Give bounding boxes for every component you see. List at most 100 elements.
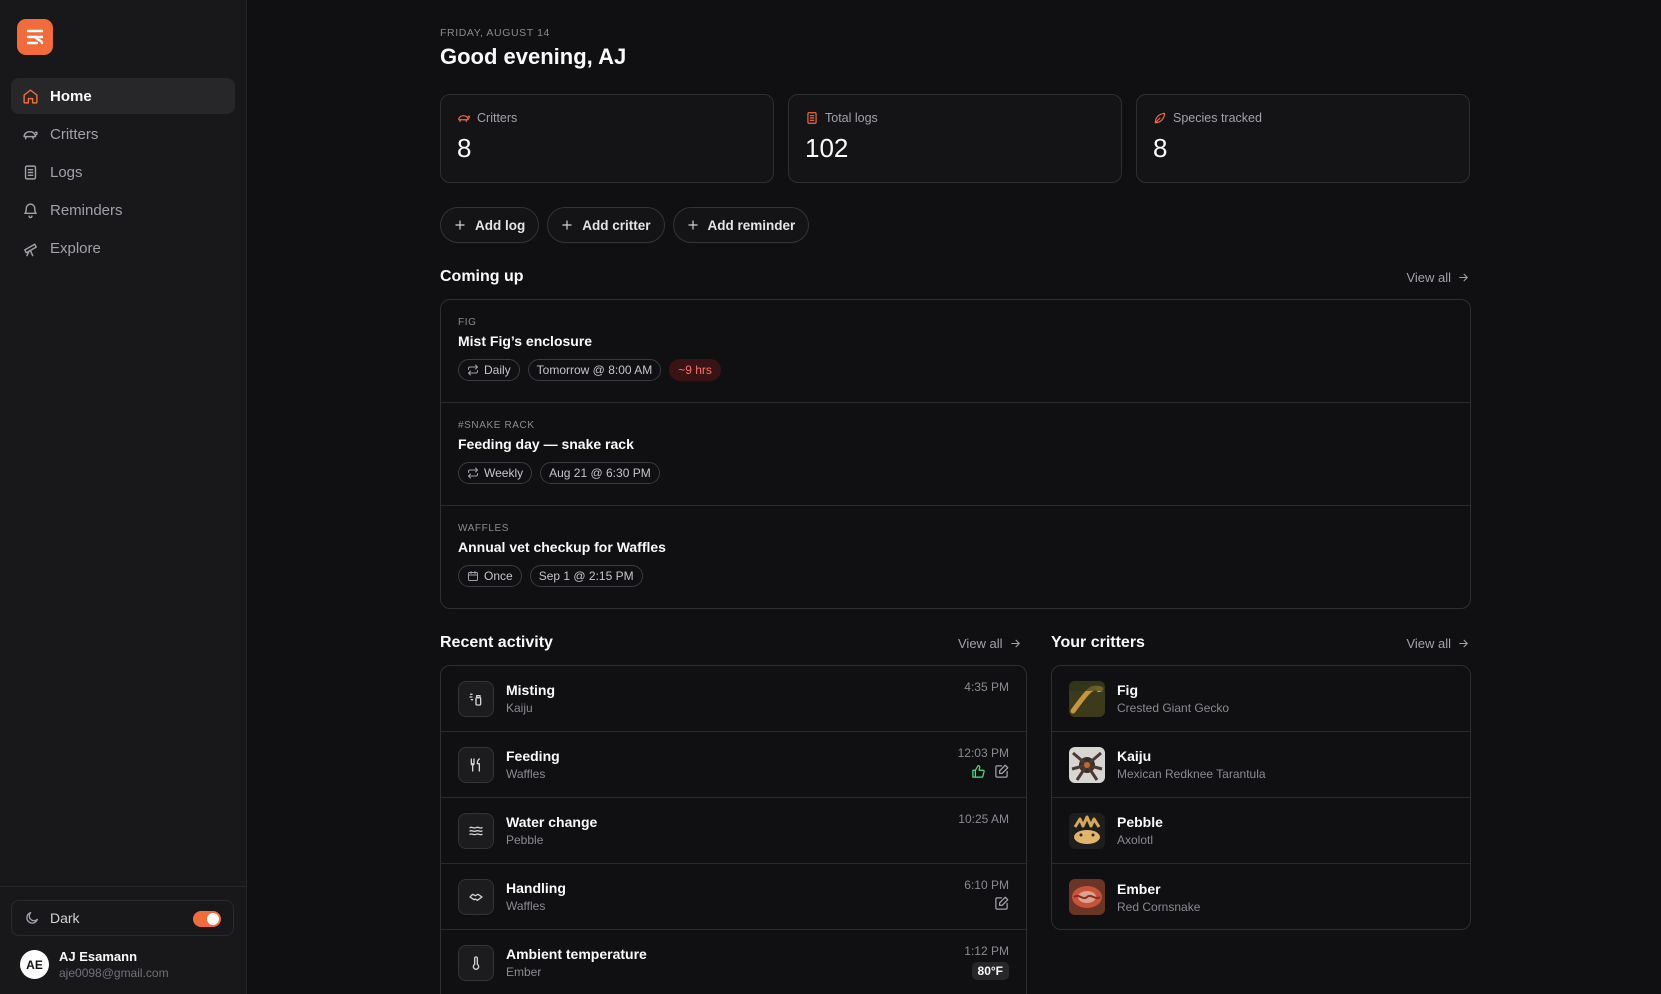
theme-toggle[interactable]: Dark [11, 900, 234, 936]
sidebar-item-logs[interactable]: Logs [11, 154, 235, 190]
critter-species: Mexican Redknee Tarantula [1117, 767, 1266, 781]
activity-item[interactable]: Misting Kaiju 4:35 PM [441, 666, 1026, 732]
moon-icon [26, 912, 38, 924]
reminder-item[interactable]: #SNAKE RACK Feeding day — snake rack Wee… [441, 403, 1470, 506]
stat-card-species-tracked: Species tracked 8 [1136, 94, 1470, 183]
page-title: Good evening, AJ [440, 44, 627, 69]
activity-title: Feeding [506, 748, 560, 764]
chip-label: Daily [484, 363, 511, 377]
schedule-chip: Aug 21 @ 6:30 PM [540, 462, 660, 484]
recent-activity-view-all-link[interactable]: View all [958, 636, 1022, 651]
arrow-right-icon [1459, 639, 1468, 648]
recurrence-chip: Weekly [458, 462, 533, 484]
activity-title: Ambient temperature [506, 946, 647, 962]
turtle-icon [22, 130, 38, 139]
recent-activity-title: Recent activity [440, 634, 553, 651]
plus-icon [455, 220, 465, 230]
sidebar-item-label: Logs [50, 163, 83, 181]
activity-critter: Ember [506, 965, 542, 979]
critter-name: Fig [1117, 682, 1138, 698]
repeat-icon [468, 364, 478, 376]
chip-label: Weekly [484, 466, 524, 480]
theme-switch[interactable] [193, 911, 221, 927]
link-label: View all [1406, 270, 1451, 285]
button-label: Add log [475, 217, 526, 233]
add-reminder-button[interactable]: Add reminder [672, 207, 810, 243]
critter-name: Pebble [1117, 814, 1163, 830]
add-log-button[interactable]: Add log [440, 207, 540, 243]
activity-item[interactable]: Ambient temperature Ember 1:12 PM 80°F [441, 930, 1026, 994]
critter-item[interactable]: Kaiju Mexican Redknee Tarantula [1052, 732, 1470, 798]
recurrence-chip: Daily [458, 359, 520, 381]
sidebar-nav: Home Critters Logs Reminders Explore [11, 78, 235, 268]
reminder-title: Mist Fig’s enclosure [458, 333, 593, 349]
sidebar-item-label: Critters [50, 125, 99, 143]
coming-up-title: Coming up [440, 268, 524, 285]
sidebar-item-label: Reminders [50, 201, 123, 219]
critter-name: Kaiju [1117, 748, 1152, 764]
activity-item[interactable]: Feeding Waffles 12:03 PM [441, 732, 1026, 798]
your-critters-title: Your critters [1051, 634, 1145, 651]
critter-photo [1069, 746, 1105, 783]
activity-time: 10:25 AM [958, 812, 1009, 826]
reminder-tag: #SNAKE RACK [458, 420, 535, 431]
sidebar-item-home[interactable]: Home [11, 78, 235, 114]
activity-title: Misting [506, 682, 555, 698]
critter-item[interactable]: Pebble Axolotl [1052, 798, 1470, 864]
thermometer-icon [472, 955, 480, 970]
note-edit-icon[interactable] [994, 896, 1009, 911]
sidebar-item-critters[interactable]: Critters [11, 116, 235, 152]
user-profile[interactable]: AE AJ Esamann aje0098@gmail.com [20, 949, 169, 980]
current-date: FRIDAY, AUGUST 14 [440, 27, 550, 39]
utensils-icon [470, 757, 480, 772]
telescope-icon [23, 243, 37, 256]
handshake-icon [469, 893, 483, 901]
activity-critter: Waffles [506, 899, 546, 913]
app-logo[interactable] [17, 19, 53, 55]
stat-label: Total logs [825, 111, 878, 125]
activity-item[interactable]: Water change Pebble 10:25 AM [441, 798, 1026, 864]
activity-time: 4:35 PM [964, 680, 1009, 694]
plus-icon [562, 220, 572, 230]
logs-icon [807, 112, 817, 124]
critter-item[interactable]: Fig Crested Giant Gecko [1052, 666, 1470, 732]
activity-item[interactable]: Handling Waffles 6:10 PM [441, 864, 1026, 930]
quick-actions: Add log Add critter Add reminder [440, 207, 817, 243]
critter-species: Axolotl [1117, 833, 1154, 847]
recent-activity-list: Misting Kaiju 4:35 PM Feeding Waffles 12… [440, 665, 1027, 994]
note-edit-icon[interactable] [994, 764, 1009, 779]
activity-time: 1:12 PM [964, 944, 1009, 958]
coming-up-view-all-link[interactable]: View all [1406, 270, 1470, 285]
stat-value: 102 [805, 133, 849, 163]
repeat-icon [468, 467, 478, 479]
critter-name: Ember [1117, 880, 1161, 897]
critter-item[interactable]: Ember Red Cornsnake [1052, 864, 1470, 929]
chip-label: Once [484, 569, 513, 583]
critter-photo [1069, 812, 1105, 849]
critter-photo [1069, 680, 1105, 717]
home-icon [22, 88, 38, 104]
reminder-item[interactable]: WAFFLES Annual vet checkup for Waffles O… [441, 506, 1470, 608]
link-label: View all [958, 636, 1003, 651]
add-critter-button[interactable]: Add critter [547, 207, 665, 243]
recurrence-chip: Once [458, 565, 522, 587]
thumbs-up-icon[interactable] [971, 764, 986, 779]
stat-card-critters: Critters 8 [440, 94, 774, 183]
stat-value: 8 [1153, 133, 1168, 163]
bell-icon [23, 202, 37, 218]
sidebar-item-explore[interactable]: Explore [11, 230, 235, 266]
reminder-title: Feeding day — snake rack [458, 436, 634, 452]
reminder-item[interactable]: FIG Mist Fig’s enclosure Daily Tomorrow … [441, 300, 1470, 403]
sidebar-item-reminders[interactable]: Reminders [11, 192, 235, 228]
activity-title: Water change [506, 814, 598, 830]
stat-label: Species tracked [1173, 111, 1262, 125]
switch-knob [207, 913, 219, 925]
user-name: AJ Esamann [59, 949, 138, 964]
reminder-tag: FIG [458, 317, 477, 328]
activity-time: 12:03 PM [957, 746, 1009, 760]
your-critters-view-all-link[interactable]: View all [1406, 636, 1470, 651]
sidebar: Home Critters Logs Reminders Explore Dar… [0, 0, 247, 994]
turtle-icon [458, 115, 470, 123]
spray-bottle-icon [469, 693, 482, 706]
activity-time: 6:10 PM [964, 878, 1009, 892]
